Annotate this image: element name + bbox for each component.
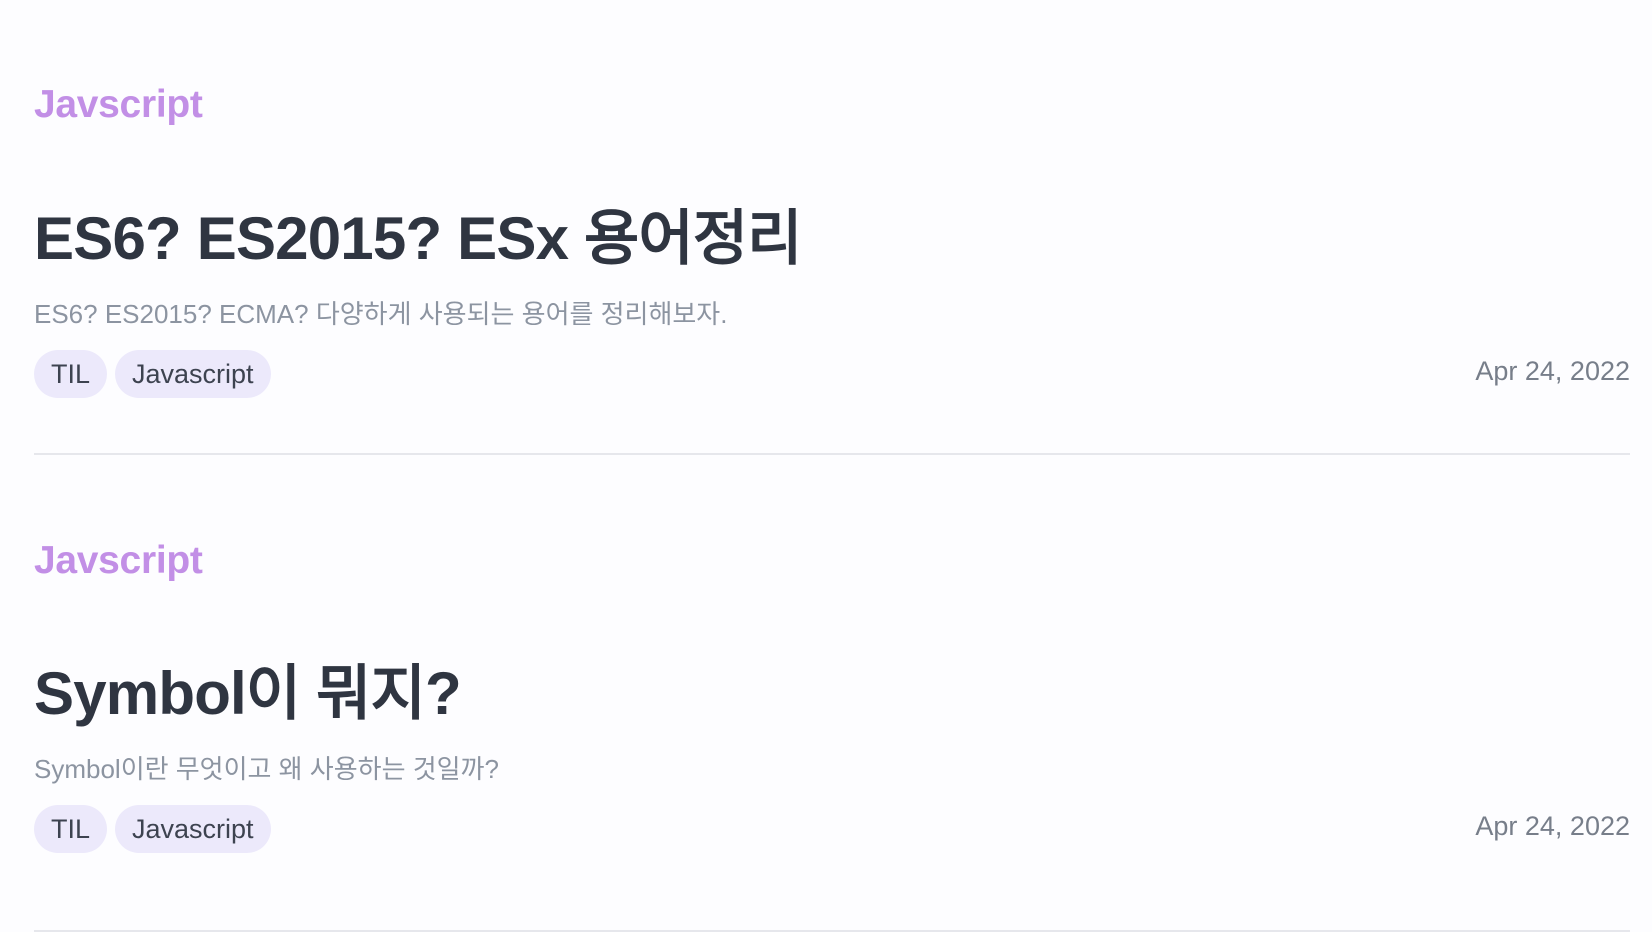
post-card: Javscript ES6? ES2015? ESx 용어정리 ES6? ES2… — [34, 0, 1630, 455]
tag-chip[interactable]: TIL — [34, 805, 108, 853]
post-category-link[interactable]: Javscript — [34, 83, 203, 127]
post-date: Apr 24, 2022 — [1475, 356, 1630, 386]
tag-chip[interactable]: Javascript — [115, 350, 271, 398]
tag-chip[interactable]: TIL — [34, 350, 108, 398]
post-category-link[interactable]: Javscript — [34, 539, 203, 583]
post-card: Javscript Symbol이 뭐지? Symbol이란 무엇이고 왜 사용… — [34, 455, 1630, 932]
post-description: ES6? ES2015? ECMA? 다양하게 사용되는 용어를 정리해보자. — [34, 299, 728, 329]
post-tags: TIL Javascript — [34, 350, 271, 398]
post-tags: TIL Javascript — [34, 805, 271, 853]
post-list: Javscript ES6? ES2015? ESx 용어정리 ES6? ES2… — [34, 0, 1630, 932]
post-title-link[interactable]: Symbol이 뭐지? — [34, 645, 462, 732]
post-title-link[interactable]: ES6? ES2015? ESx 용어정리 — [34, 190, 802, 277]
post-date: Apr 24, 2022 — [1475, 811, 1630, 841]
tag-chip[interactable]: Javascript — [115, 805, 271, 853]
post-description: Symbol이란 무엇이고 왜 사용하는 것일까? — [34, 754, 499, 784]
